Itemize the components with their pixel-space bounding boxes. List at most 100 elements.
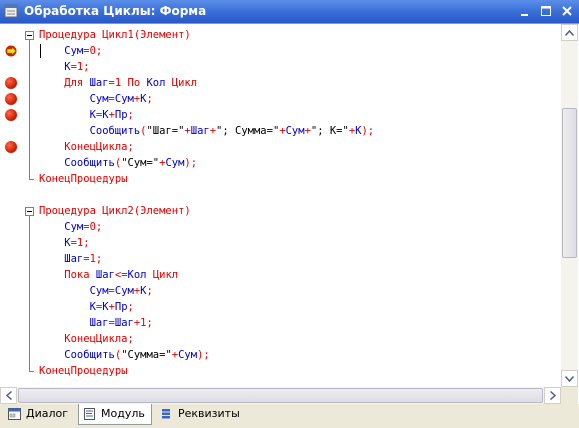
close-icon xyxy=(562,6,572,16)
code-token: =1; xyxy=(83,253,103,265)
scroll-right-button[interactable] xyxy=(544,387,561,404)
editor-gutter[interactable] xyxy=(0,24,22,387)
code-token: ); xyxy=(197,349,210,361)
code-token: =0; xyxy=(83,221,103,233)
arrow-down-icon xyxy=(565,375,574,382)
code-line[interactable]: Для Шаг=1 По Кол Цикл xyxy=(39,75,197,91)
module-icon xyxy=(84,408,95,420)
code-token: Сообщить xyxy=(39,349,115,361)
code-token: "Сумма=" xyxy=(121,349,172,361)
code-line[interactable]: Шаг=1; xyxy=(39,251,102,267)
breakpoint-icon[interactable] xyxy=(5,77,17,89)
code-token: Сум xyxy=(165,157,185,169)
maximize-icon xyxy=(541,6,551,16)
code-token: К xyxy=(39,109,96,121)
vertical-scrollbar[interactable] xyxy=(561,24,578,387)
code-token: ; xyxy=(127,333,134,345)
maximize-button[interactable] xyxy=(538,4,554,18)
code-token: Кол xyxy=(127,269,153,281)
code-line[interactable]: Шаг=Шаг+1; xyxy=(39,315,153,331)
code-editor[interactable]: Процедура Цикл1(Элемент) Сум=0; К=1; Для… xyxy=(0,23,579,404)
scroll-corner xyxy=(561,387,578,404)
code-area[interactable]: Процедура Цикл1(Элемент) Сум=0; К=1; Для… xyxy=(22,24,559,387)
code-token: КонецПроцедуры xyxy=(39,173,128,185)
code-line[interactable]: КонецПроцедуры xyxy=(39,363,128,379)
title-bar[interactable]: Обработка Циклы: Форма xyxy=(0,0,579,23)
code-line[interactable]: Процедура Цикл2(Элемент) xyxy=(39,203,191,219)
code-token: Сум xyxy=(39,285,109,297)
code-line[interactable]: Сум=0; xyxy=(39,43,102,59)
code-token: К xyxy=(39,237,71,249)
code-token: КонецПроцедуры xyxy=(39,365,128,377)
arrow-right-icon xyxy=(549,391,556,400)
breakpoint-icon[interactable] xyxy=(5,141,17,153)
code-token: +1; xyxy=(133,317,153,329)
code-token: Сум xyxy=(114,93,134,105)
code-line[interactable]: КонецЦикла; xyxy=(39,139,134,155)
code-line[interactable]: Процедура Цикл1(Элемент) xyxy=(39,27,191,43)
code-line[interactable]: КонецЦикла; xyxy=(39,331,134,347)
code-token: Сум xyxy=(114,285,134,297)
minimize-icon xyxy=(521,14,528,16)
close-button[interactable] xyxy=(559,4,575,18)
tab-attributes[interactable]: Реквизиты xyxy=(156,404,246,424)
code-token: По xyxy=(127,77,147,89)
code-token: =1; xyxy=(70,61,90,73)
code-token: =0; xyxy=(83,45,103,57)
code-line[interactable]: К=К+Пр; xyxy=(39,107,134,123)
code-line[interactable]: К=К+Пр; xyxy=(39,299,134,315)
breakpoint-icon[interactable] xyxy=(5,109,17,121)
horizontal-scrollbar[interactable] xyxy=(0,387,561,404)
code-line[interactable]: Сообщить("Сумма="+Сум); xyxy=(39,347,210,363)
fold-toggle[interactable] xyxy=(25,31,34,40)
scroll-left-button[interactable] xyxy=(0,387,17,404)
code-token: (Элемент) xyxy=(133,29,191,41)
window-title: Обработка Циклы: Форма xyxy=(24,4,207,18)
code-line[interactable]: Пока Шаг<=Кол Цикл xyxy=(39,267,178,283)
vertical-scroll-thumb[interactable] xyxy=(562,108,577,258)
fold-toggle[interactable] xyxy=(25,207,34,216)
code-token: ; xyxy=(127,301,134,313)
horizontal-scroll-thumb[interactable] xyxy=(18,388,543,403)
attributes-icon xyxy=(162,409,170,419)
fold-end xyxy=(29,371,34,372)
code-line[interactable]: Сум=Сум+К; xyxy=(39,91,153,107)
form-app-icon xyxy=(4,4,18,18)
code-token: Сум xyxy=(39,93,109,105)
code-token: КонецЦикла xyxy=(39,333,128,345)
current-line-arrow-icon[interactable] xyxy=(4,45,18,57)
scroll-up-button[interactable] xyxy=(561,24,578,41)
code-token: Цикл xyxy=(152,269,179,281)
code-token: Процедура Цикл2 xyxy=(39,205,134,217)
code-token: Шаг xyxy=(95,269,115,281)
code-token: Сум xyxy=(39,221,84,233)
code-line[interactable]: Сообщить("Шаг="+Шаг+"; Сумма="+Сум+"; К=… xyxy=(39,123,375,139)
code-token: (Элемент) xyxy=(133,205,191,217)
code-token: Шаг xyxy=(39,317,109,329)
code-line[interactable]: Сум=0; xyxy=(39,219,102,235)
code-token: Шаг xyxy=(89,77,109,89)
code-token: Сообщить xyxy=(39,157,115,169)
tab-module[interactable]: Модуль xyxy=(78,404,152,425)
code-token: Пр xyxy=(114,301,128,313)
code-line[interactable]: Сум=Сум+К; xyxy=(39,283,153,299)
code-line[interactable]: КонецПроцедуры xyxy=(39,171,128,187)
dialog-icon xyxy=(8,408,21,420)
code-token: Шаг xyxy=(39,253,84,265)
fold-line xyxy=(29,216,30,371)
arrow-left-icon xyxy=(5,391,12,400)
breakpoint-icon[interactable] xyxy=(5,93,17,105)
code-token: ; xyxy=(146,285,153,297)
code-line[interactable]: К=1; xyxy=(39,235,89,251)
code-line[interactable]: Сообщить("Сум="+Сум); xyxy=(39,155,197,171)
tab-label: Диалог xyxy=(26,407,69,420)
arrow-up-icon xyxy=(565,29,574,36)
code-line[interactable]: К=1; xyxy=(39,59,90,75)
code-token: "Шаг=" xyxy=(146,125,185,137)
tab-label: Реквизиты xyxy=(178,407,240,420)
tab-dialog[interactable]: Диалог xyxy=(4,404,74,424)
minimize-button[interactable] xyxy=(517,4,533,18)
code-token: Сум xyxy=(39,45,84,57)
scroll-down-button[interactable] xyxy=(561,370,578,387)
code-token: К xyxy=(39,61,71,73)
